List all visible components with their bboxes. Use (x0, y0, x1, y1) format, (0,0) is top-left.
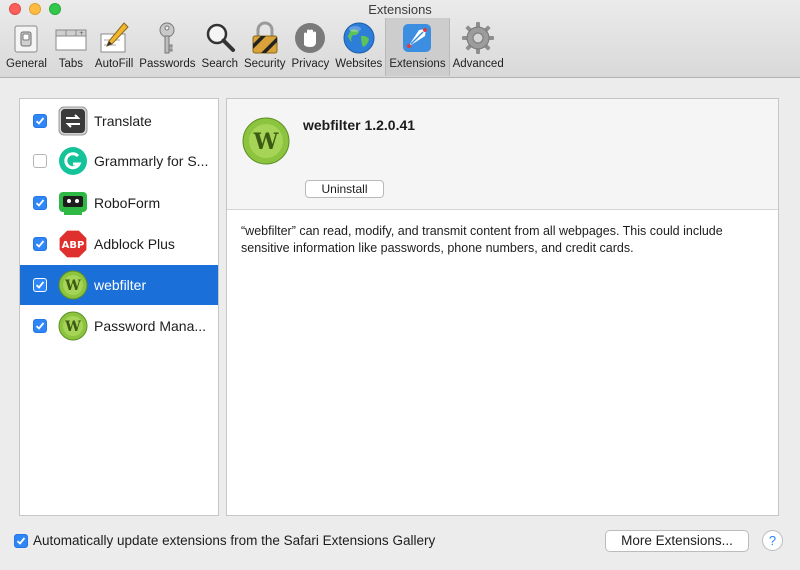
toolbar-tab-websites[interactable]: Websites (332, 18, 385, 76)
checkmark-icon (35, 117, 45, 125)
extension-row-webfilter[interactable]: W webfilter (20, 265, 218, 305)
window-titlebar: Extensions General + Tabs AutoFill Passw… (0, 0, 800, 78)
extension-row-password-manager[interactable]: W Password Mana... (20, 306, 218, 346)
extension-name: RoboForm (94, 195, 161, 211)
extension-name: Adblock Plus (94, 236, 175, 252)
toolbar-label: AutoFill (94, 58, 134, 70)
tabs-icon: + (55, 29, 87, 51)
preferences-toolbar: General + Tabs AutoFill Passwords Search… (3, 18, 507, 76)
toolbar-tab-advanced[interactable]: Advanced (450, 18, 507, 76)
extension-title: webfilter 1.2.0.41 (303, 117, 416, 133)
enable-checkbox[interactable] (33, 154, 47, 168)
hand-icon (295, 23, 326, 53)
toolbar-label: Passwords (139, 58, 196, 70)
webfilter-w-icon: W (58, 311, 88, 341)
extension-name: Grammarly for S... (94, 153, 209, 169)
enable-checkbox[interactable] (33, 319, 47, 333)
extension-name: webfilter (94, 277, 147, 293)
auto-update-checkbox[interactable] (14, 534, 28, 548)
extension-detail-panel: W webfilter 1.2.0.41 Uninstall “webfilte… (226, 98, 779, 516)
checkmark-icon (35, 322, 45, 330)
toolbar-label: Privacy (291, 58, 330, 70)
uninstall-button[interactable]: Uninstall (305, 180, 384, 198)
key-icon (159, 22, 175, 54)
globe-icon (343, 22, 375, 54)
detail-header: W webfilter 1.2.0.41 Uninstall (227, 99, 778, 210)
general-switch-icon (14, 25, 38, 53)
enable-checkbox[interactable] (33, 196, 47, 210)
puzzle-extensions-icon (403, 24, 432, 52)
toolbar-tab-security[interactable]: Security (241, 18, 289, 76)
toolbar-tab-search[interactable]: Search (199, 18, 241, 76)
svg-text:+: + (79, 30, 84, 37)
svg-text:W: W (64, 278, 81, 294)
toolbar-label: Advanced (452, 58, 504, 70)
checkmark-icon (35, 199, 45, 207)
extensions-list: Translate Grammarly for S... RoboForm AB… (19, 98, 219, 516)
auto-update-label[interactable]: Automatically update extensions from the… (33, 533, 435, 548)
checkmark-icon (16, 537, 26, 545)
toolbar-tab-general[interactable]: General (3, 18, 50, 76)
extension-row-translate[interactable]: Translate (20, 101, 218, 141)
extension-row-grammarly[interactable]: Grammarly for S... (20, 141, 218, 181)
toolbar-tab-privacy[interactable]: Privacy (289, 18, 333, 76)
webfilter-w-icon: W (242, 117, 290, 165)
toolbar-label: Extensions (389, 58, 446, 70)
webfilter-w-icon: W (58, 270, 88, 300)
extension-row-roboform[interactable]: RoboForm (20, 183, 218, 223)
enable-checkbox[interactable] (33, 237, 47, 251)
toolbar-label: General (6, 58, 47, 70)
permission-description: “webfilter” can read, modify, and transm… (241, 224, 723, 255)
enable-checkbox[interactable] (33, 278, 47, 292)
autofill-pencil-icon (100, 22, 129, 53)
window-title: Extensions (368, 2, 432, 17)
extension-row-adblock-plus[interactable]: ABP Adblock Plus (20, 224, 218, 264)
toolbar-label: Security (243, 58, 286, 70)
toolbar-label: Tabs (58, 58, 84, 70)
toolbar-tab-passwords[interactable]: Passwords (136, 18, 198, 76)
padlock-icon (252, 21, 278, 54)
grammarly-icon (59, 147, 87, 175)
toolbar-tab-extensions[interactable]: Extensions (385, 18, 450, 76)
gear-icon (462, 22, 495, 54)
svg-text:W: W (64, 319, 81, 335)
toolbar-tab-tabs[interactable]: + Tabs (50, 18, 92, 76)
translate-arrows-icon (58, 106, 88, 136)
svg-text:W: W (253, 129, 279, 155)
enable-checkbox[interactable] (33, 114, 47, 128)
toolbar-label: Websites (335, 58, 383, 70)
toolbar-label: Search (201, 58, 238, 70)
roboform-icon (59, 192, 87, 215)
checkmark-icon (35, 281, 45, 289)
extension-name: Translate (94, 113, 152, 129)
magnifier-icon (206, 23, 235, 52)
abp-stop-icon: ABP (58, 229, 88, 259)
svg-text:ABP: ABP (62, 240, 85, 251)
help-button[interactable]: ? (762, 530, 783, 551)
checkmark-icon (35, 240, 45, 248)
toolbar-tab-autofill[interactable]: AutoFill (92, 18, 136, 76)
more-extensions-button[interactable]: More Extensions... (605, 530, 749, 552)
extension-name: Password Mana... (94, 318, 207, 334)
